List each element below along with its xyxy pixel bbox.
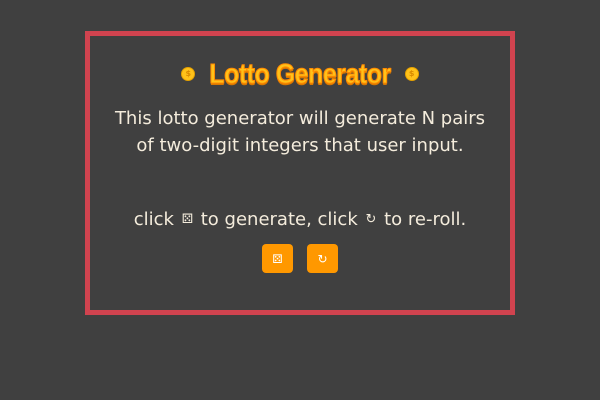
button-row: ⚄ ↻ — [90, 244, 510, 273]
instruction-part-2: to generate, click — [200, 209, 358, 230]
lotto-panel: $ Lotto Generator $ This lotto generator… — [85, 31, 515, 315]
coin-icon: $ — [404, 67, 419, 81]
instruction-part-1: click — [133, 209, 174, 230]
dice-icon: ⚄ — [181, 212, 194, 227]
generate-button[interactable]: ⚄ — [262, 244, 293, 273]
coin-icon: $ — [181, 67, 196, 81]
instruction-text: click ⚄ to generate, click ↻ to re-roll. — [90, 208, 510, 232]
description-text: This lotto generator will generate N pai… — [114, 108, 486, 156]
reroll-button[interactable]: ↻ — [307, 244, 338, 273]
page-title: Lotto Generator — [209, 57, 392, 90]
title-row: $ Lotto Generator $ — [90, 57, 510, 90]
instruction-part-3: to re-roll. — [384, 209, 467, 230]
dice-icon: ⚄ — [272, 251, 283, 266]
reroll-icon: ↻ — [365, 212, 377, 227]
reroll-icon: ↻ — [317, 251, 328, 266]
